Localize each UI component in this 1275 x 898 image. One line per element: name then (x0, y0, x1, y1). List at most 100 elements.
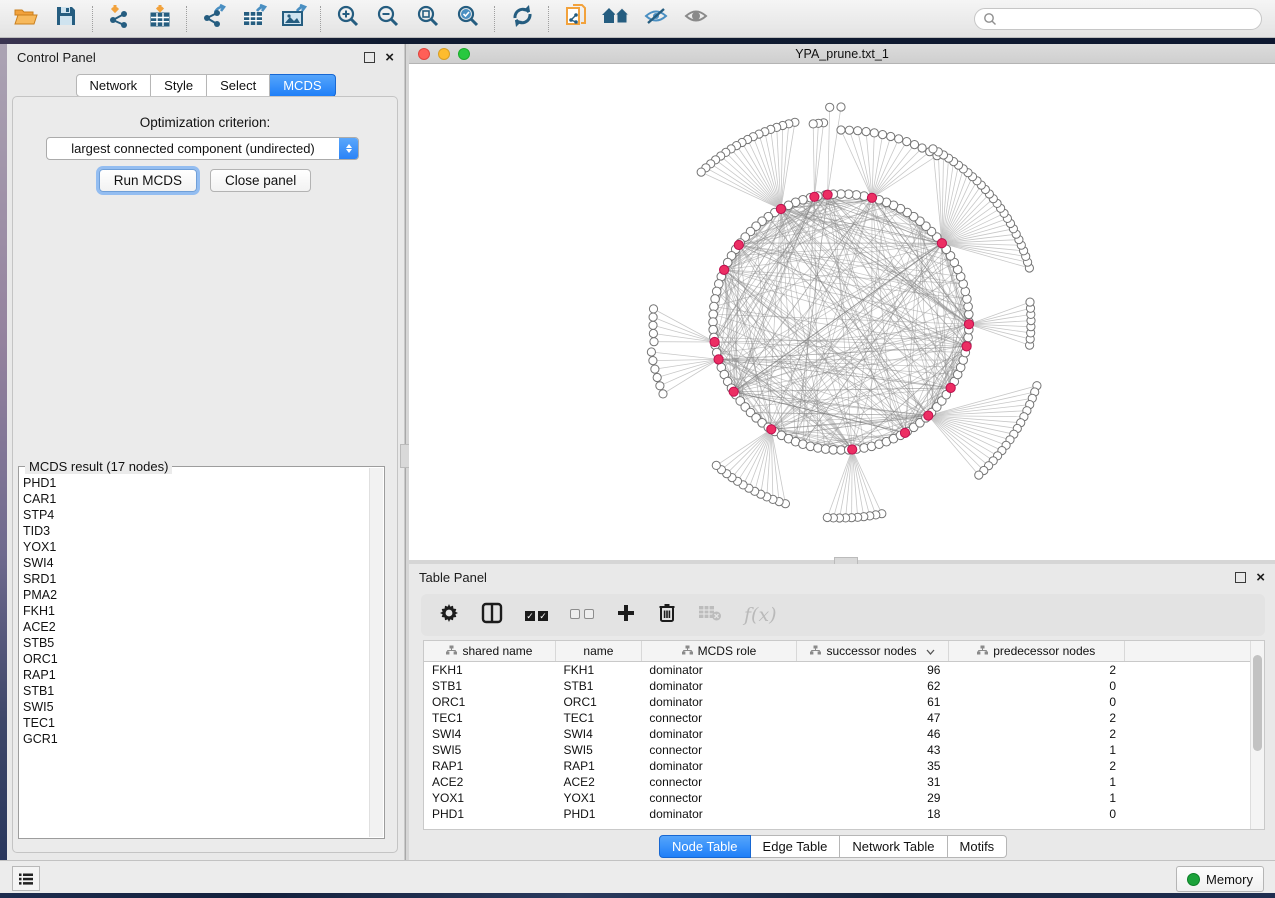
tab-edge-table[interactable]: Edge Table (751, 835, 841, 858)
result-node-item[interactable]: FKH1 (23, 603, 370, 619)
first-neighbors-icon (601, 5, 631, 32)
tab-mcds[interactable]: MCDS (270, 74, 335, 97)
network-canvas[interactable] (409, 64, 1275, 560)
result-node-item[interactable]: RAP1 (23, 667, 370, 683)
zoom-fit-button[interactable] (408, 3, 448, 35)
network-titlebar[interactable]: YPA_prune.txt_1 (409, 44, 1275, 64)
result-node-item[interactable]: STB1 (23, 683, 370, 699)
tab-select[interactable]: Select (207, 74, 270, 97)
select-all-button[interactable]: ✓✓ (525, 606, 548, 624)
table-row[interactable]: ORC1ORC1dominator610 (424, 694, 1264, 710)
show-all-button[interactable] (676, 3, 716, 35)
cell-predecessor_nodes: 0 (948, 806, 1124, 822)
settings-icon (439, 603, 459, 628)
float-panel-icon[interactable] (364, 52, 375, 63)
tab-motifs[interactable]: Motifs (948, 835, 1008, 858)
tab-network-table[interactable]: Network Table (840, 835, 947, 858)
result-node-item[interactable]: ACE2 (23, 619, 370, 635)
result-node-item[interactable]: SRD1 (23, 571, 370, 587)
table-scrollbar[interactable] (1250, 641, 1264, 829)
first-neighbors-button[interactable] (596, 3, 636, 35)
cell-predecessor_nodes: 2 (948, 662, 1124, 679)
import-table-button[interactable] (140, 3, 180, 35)
cell-shared_name: PHD1 (424, 806, 555, 822)
result-node-item[interactable]: GCR1 (23, 731, 370, 747)
table-row[interactable]: RAP1RAP1dominator352 (424, 758, 1264, 774)
result-node-item[interactable]: SWI4 (23, 555, 370, 571)
result-list-scrollbar[interactable] (369, 468, 383, 837)
column-header-predecessor-nodes[interactable]: predecessor nodes (948, 641, 1124, 662)
optimization-criterion-select[interactable]: largest connected component (undirected) (46, 137, 359, 160)
result-node-item[interactable]: CAR1 (23, 491, 370, 507)
export-network-button[interactable] (194, 3, 234, 35)
task-history-button[interactable] (12, 866, 40, 891)
mcds-result-list[interactable]: PHD1CAR1STP4TID3YOX1SWI4SRD1PMA2FKH1ACE2… (23, 475, 370, 836)
result-node-item[interactable]: SWI5 (23, 699, 370, 715)
search-icon (983, 12, 997, 26)
column-header-successor-nodes[interactable]: successor nodes (797, 641, 949, 662)
column-header-name[interactable]: name (555, 641, 641, 662)
table-row[interactable]: STB1STB1dominator620 (424, 678, 1264, 694)
node-table: shared namenameMCDS rolesuccessor nodesp… (423, 640, 1265, 830)
table-row[interactable]: PHD1PHD1dominator180 (424, 806, 1264, 822)
result-node-item[interactable]: PMA2 (23, 587, 370, 603)
optimization-criterion-label: Optimization criterion: (13, 115, 397, 130)
result-node-item[interactable]: YOX1 (23, 539, 370, 555)
save-session-button[interactable] (46, 3, 86, 35)
close-table-panel-icon[interactable]: × (1256, 573, 1265, 582)
memory-status-icon (1187, 873, 1200, 886)
select-all-icon: ✓✓ (525, 606, 548, 624)
show-all-icon (683, 6, 709, 31)
memory-button[interactable]: Memory (1176, 866, 1264, 892)
share-document-button[interactable] (556, 3, 596, 35)
result-node-item[interactable]: TEC1 (23, 715, 370, 731)
delete-table-button (698, 604, 722, 627)
table-row[interactable]: FKH1FKH1dominator962 (424, 662, 1264, 679)
result-node-item[interactable]: TID3 (23, 523, 370, 539)
status-bar: Memory (0, 860, 1275, 894)
export-image-button[interactable] (274, 3, 314, 35)
column-header-shared-name[interactable]: shared name (424, 641, 555, 662)
zoom-selected-button[interactable] (448, 3, 488, 35)
float-table-panel-icon[interactable] (1235, 572, 1246, 583)
zoom-in-button[interactable] (328, 3, 368, 35)
refresh-network-button[interactable] (502, 3, 542, 35)
result-node-item[interactable]: PHD1 (23, 475, 370, 491)
zoom-out-button[interactable] (368, 3, 408, 35)
table-row[interactable]: ACE2ACE2connector311 (424, 774, 1264, 790)
table-row[interactable]: SWI5SWI5connector431 (424, 742, 1264, 758)
zoom-selected-icon (456, 4, 480, 33)
tab-network[interactable]: Network (75, 74, 151, 97)
cell-successor_nodes: 47 (797, 710, 949, 726)
result-node-item[interactable]: ORC1 (23, 651, 370, 667)
add-column-button[interactable] (616, 603, 636, 628)
show-columns-icon (481, 602, 503, 629)
column-header-MCDS-role[interactable]: MCDS role (641, 641, 796, 662)
open-file-button[interactable] (6, 3, 46, 35)
show-columns-button[interactable] (481, 602, 503, 629)
cell-mcds_role: dominator (641, 678, 796, 694)
cell-predecessor_nodes: 0 (948, 678, 1124, 694)
import-network-button[interactable] (100, 3, 140, 35)
table-scrollbar-thumb[interactable] (1253, 655, 1262, 751)
tab-style[interactable]: Style (151, 74, 207, 97)
search-field[interactable] (997, 11, 1261, 27)
search-input[interactable] (974, 8, 1262, 30)
table-row[interactable]: SWI4SWI4dominator462 (424, 726, 1264, 742)
tab-node-table[interactable]: Node Table (659, 835, 751, 858)
export-table-button[interactable] (234, 3, 274, 35)
table-row[interactable]: YOX1YOX1connector291 (424, 790, 1264, 806)
close-panel-button[interactable]: Close panel (210, 169, 311, 192)
settings-button[interactable] (439, 603, 459, 628)
result-node-item[interactable]: STP4 (23, 507, 370, 523)
hide-selected-button[interactable] (636, 3, 676, 35)
cell-name: YOX1 (555, 790, 641, 806)
close-panel-icon[interactable]: × (385, 53, 394, 62)
deselect-all-button[interactable] (570, 606, 594, 624)
cell-shared_name: RAP1 (424, 758, 555, 774)
delete-column-button[interactable] (658, 602, 676, 628)
shared-column-icon (810, 644, 821, 658)
run-mcds-button[interactable]: Run MCDS (99, 169, 197, 192)
table-row[interactable]: TEC1TEC1connector472 (424, 710, 1264, 726)
result-node-item[interactable]: STB5 (23, 635, 370, 651)
